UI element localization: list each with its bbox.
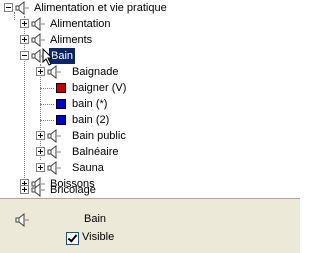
tree-item-baigner-v[interactable]: baigner (V) bbox=[0, 80, 300, 96]
selected-item-name: Bain bbox=[84, 213, 107, 225]
tree-item-bricolage[interactable]: Bricolage bbox=[0, 182, 300, 198]
tree-item-label: Alimentation bbox=[50, 18, 111, 30]
expand-icon[interactable] bbox=[36, 131, 45, 140]
blue-square-icon bbox=[56, 99, 66, 109]
speaker-icon bbox=[46, 161, 62, 175]
speaker-icon bbox=[30, 183, 46, 197]
expand-icon[interactable] bbox=[36, 67, 45, 76]
speaker-icon bbox=[46, 65, 62, 79]
tree-item-label: Sauna bbox=[72, 162, 104, 174]
expand-icon[interactable] bbox=[36, 163, 45, 172]
speaker-icon bbox=[46, 145, 62, 159]
tree-item-bain-2[interactable]: bain (2) bbox=[0, 112, 300, 128]
speaker-icon bbox=[14, 213, 30, 227]
expand-icon[interactable] bbox=[20, 19, 29, 28]
tree-item-label: Bain public bbox=[72, 130, 126, 142]
expand-icon[interactable] bbox=[20, 35, 29, 44]
tree-item-label: Baignade bbox=[72, 66, 119, 78]
tree-item-bain-public[interactable]: Bain public bbox=[0, 128, 300, 144]
details-panel: Bain Visible bbox=[0, 198, 300, 253]
tree-item-label: baigner (V) bbox=[72, 82, 127, 94]
collapse-icon[interactable] bbox=[4, 3, 13, 12]
expand-icon[interactable] bbox=[20, 185, 29, 194]
tree-item-sauna[interactable]: Sauna bbox=[0, 160, 300, 176]
red-square-icon bbox=[56, 83, 66, 93]
speaker-icon bbox=[14, 1, 30, 15]
mouse-cursor-icon bbox=[42, 48, 54, 66]
tree-item-bain-star[interactable]: bain (*) bbox=[0, 96, 300, 112]
speaker-icon bbox=[46, 129, 62, 143]
tree-item-label: bain (2) bbox=[72, 114, 110, 126]
speaker-icon bbox=[30, 33, 46, 47]
tree-item-aliments[interactable]: Aliments bbox=[0, 32, 300, 48]
visible-checkbox-label[interactable]: Visible bbox=[82, 231, 114, 243]
tree-item-balneaire[interactable]: Balnéaire bbox=[0, 144, 300, 160]
tree-item-alimentation[interactable]: Alimentation bbox=[0, 16, 300, 32]
tree-item-label: Aliments bbox=[50, 34, 93, 46]
collapse-icon[interactable] bbox=[20, 51, 29, 60]
tree-item-label: bain (*) bbox=[72, 98, 108, 110]
speaker-icon bbox=[30, 17, 46, 31]
expand-icon[interactable] bbox=[36, 147, 45, 156]
tree-item-label: Bricolage bbox=[50, 184, 96, 196]
visible-checkbox[interactable] bbox=[66, 232, 79, 245]
tree-view[interactable]: Alimentation et vie pratique Alimentatio… bbox=[0, 0, 300, 198]
tree-item-baignade[interactable]: Baignade bbox=[0, 64, 300, 80]
tree-item-alimentation-et-vie-pratique[interactable]: Alimentation et vie pratique bbox=[0, 0, 300, 16]
tree-item-label: Alimentation et vie pratique bbox=[34, 2, 167, 14]
tree-item-label: Balnéaire bbox=[72, 146, 119, 158]
blue-square-icon bbox=[56, 115, 66, 125]
